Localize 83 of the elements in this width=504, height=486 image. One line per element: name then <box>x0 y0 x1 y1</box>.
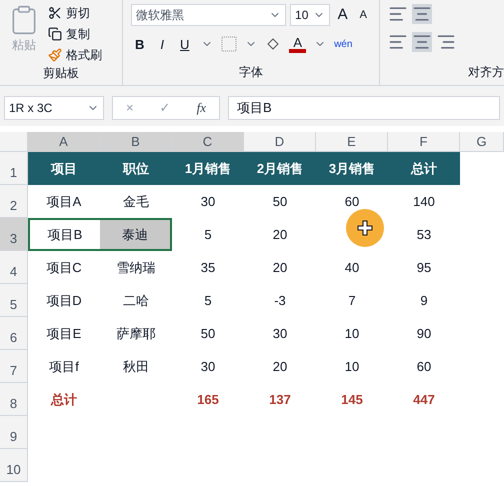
table-cell-text: -3 <box>273 292 287 310</box>
table-cell: 总计 <box>388 152 460 185</box>
table-cell: 1月销售 <box>172 152 244 185</box>
grow-font-button[interactable]: A <box>334 4 352 26</box>
table-cell-text: 9 <box>419 292 429 310</box>
row-header[interactable]: 10 <box>0 449 28 482</box>
scissors-icon <box>48 6 62 20</box>
group-label: 对齐方 <box>467 64 504 81</box>
table-cell-text: 5 <box>203 226 213 244</box>
font-name-field[interactable]: 微软雅黑 <box>131 4 286 26</box>
align-center-icon[interactable] <box>412 32 432 52</box>
paintbrush-icon <box>48 48 62 62</box>
table-cell-text: 165 <box>196 390 220 409</box>
table-cell-text: 20 <box>272 226 288 244</box>
font-size-field[interactable]: 10 <box>290 4 330 26</box>
table-cell-text: 50 <box>200 324 216 343</box>
row-header[interactable]: 1 <box>0 152 28 185</box>
table-cell-text: 秋田 <box>122 358 150 376</box>
row-header[interactable]: 6 <box>0 317 28 350</box>
table-cell: 泰迪 <box>100 218 172 251</box>
shrink-font-button[interactable]: A <box>356 7 371 24</box>
cut-button[interactable]: 剪切 <box>48 4 102 22</box>
phonetic-button[interactable]: wén <box>334 36 352 52</box>
table-cell-text: 二哈 <box>122 292 150 310</box>
table-cell-text: 90 <box>416 324 432 343</box>
format-painter-button[interactable]: 格式刷 <box>48 46 102 64</box>
table-cell-text: 7 <box>347 292 357 310</box>
table-cell: 项目 <box>28 152 100 185</box>
table-cell-text: 140 <box>412 192 436 211</box>
table-cell-text: 35 <box>200 258 216 277</box>
copy-button[interactable]: 复制 <box>48 25 102 43</box>
table-cell: 3月销售 <box>316 152 388 185</box>
row-header[interactable]: 7 <box>0 350 28 383</box>
row-header[interactable]: 2 <box>0 185 28 218</box>
row-header[interactable]: 8 <box>0 383 28 416</box>
table-cell-text: 30 <box>272 324 288 343</box>
bold-button[interactable]: B <box>131 34 148 54</box>
table-cell-text: 项目C <box>45 258 83 277</box>
table-cell-text: 30 <box>200 192 216 211</box>
group-label: 剪贴板 <box>42 65 80 82</box>
table-cell-text: 145 <box>340 390 364 409</box>
column-header[interactable]: B <box>100 132 172 152</box>
table-cell: 职位 <box>100 152 172 185</box>
table-cell-text: 40 <box>344 258 360 277</box>
table-cell-text: 项目f <box>48 358 80 376</box>
name-box[interactable]: 1R x 3C <box>4 96 104 120</box>
table-cell-text: 20 <box>272 258 288 277</box>
row-header[interactable]: 4 <box>0 251 28 284</box>
table-cell-text: 60 <box>344 192 360 211</box>
table-cell-text: 50 <box>272 192 288 211</box>
function-button[interactable]: fx <box>196 98 206 118</box>
table-cell-text: 总计 <box>50 390 78 409</box>
table-cell-text: 10 <box>344 358 360 376</box>
table-cell-text: 30 <box>200 358 216 376</box>
cursor-icon <box>346 209 384 247</box>
table-cell-text: 60 <box>416 358 432 376</box>
table-cell-text: 137 <box>268 390 292 409</box>
copy-icon <box>48 27 62 41</box>
font-color-button[interactable]: A <box>289 36 306 53</box>
table-cell-text: 项目D <box>45 292 83 310</box>
column-header[interactable]: C <box>172 132 244 152</box>
column-header[interactable]: G <box>460 132 504 152</box>
row-header[interactable]: 5 <box>0 284 28 317</box>
table-cell-text: 447 <box>412 390 436 409</box>
table-cell-text: 5 <box>203 292 213 310</box>
table-cell-text: 95 <box>416 258 432 277</box>
table-cell-text: 雪纳瑞 <box>116 258 156 277</box>
table-cell-text: 10 <box>344 324 360 343</box>
table-cell-text: 萨摩耶 <box>116 324 156 343</box>
table-cell-text: 53 <box>416 226 432 244</box>
table-cell: 2月销售 <box>244 152 316 185</box>
row-header[interactable]: 9 <box>0 416 28 449</box>
table-cell-text: 金毛 <box>122 192 150 211</box>
row-header[interactable]: 3 <box>0 218 28 251</box>
table-cell-text: 项目E <box>46 324 82 343</box>
italic-button[interactable]: I <box>156 34 168 54</box>
table-cell-text: 20 <box>272 358 288 376</box>
column-header[interactable]: A <box>28 132 100 152</box>
formula-field[interactable]: 项目B <box>228 96 500 120</box>
underline-button[interactable]: U <box>176 34 194 54</box>
border-icon[interactable] <box>221 36 238 52</box>
group-label: 字体 <box>238 64 264 81</box>
table-cell-text: 项目A <box>46 192 82 211</box>
